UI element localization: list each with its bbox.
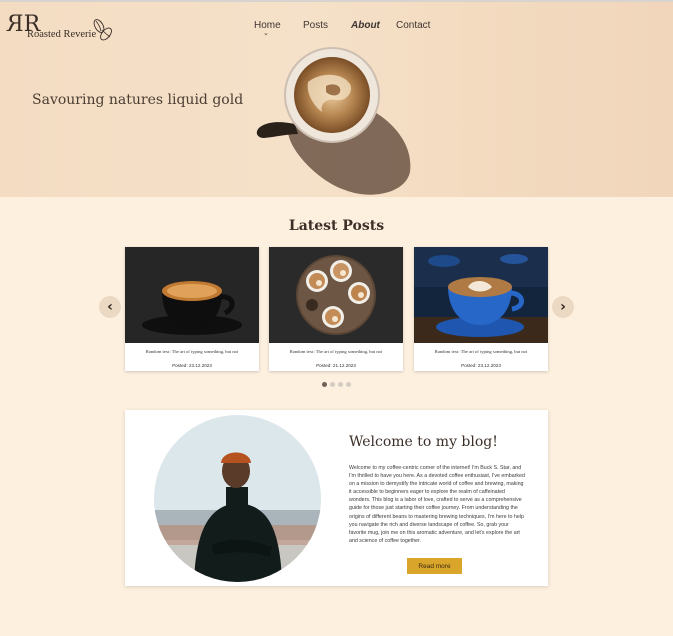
welcome-card: Welcome to my blog! Welcome to my coffee… [125,410,548,586]
carousel-dot[interactable] [346,382,351,387]
carousel-pagination [322,382,351,387]
post-date: Posted: 23.12.2023 [172,363,212,368]
nav-contact[interactable]: Contact [396,20,430,31]
post-image-espresso [125,247,259,343]
welcome-title: Welcome to my blog! [349,434,498,450]
chevron-down-icon: ⌄ [263,30,269,37]
nav-posts[interactable]: Posts [303,20,328,31]
chevron-left-icon: ‹ [107,299,113,315]
latest-posts-title: Latest Posts [288,218,385,234]
chevron-right-icon: › [560,299,566,315]
main-nav: Home ⌄ Posts About Contact [0,20,673,40]
welcome-body: Welcome to my coffee-centric corner of t… [349,465,525,544]
post-image-latte-tray [269,247,403,343]
hero-tagline: Savouring natures liquid gold [32,92,244,108]
carousel-dot[interactable] [322,382,327,387]
post-date: Posted: 21.12.2023 [316,363,356,368]
post-caption: Random text: The art of typing something… [289,349,383,354]
post-date: Posted: 23.12.2023 [461,363,501,368]
hero-banner: RR Roasted Reverie Home ⌄ Posts About Co… [0,2,673,197]
post-card-1[interactable]: Random text: The art of typing something… [125,247,259,371]
post-caption: Random text: The art of typing something… [145,349,239,354]
carousel-prev-button[interactable]: ‹ [99,296,121,318]
post-card-3[interactable]: Random text: The art of typing something… [414,247,548,371]
post-caption: Random text: The art of typing something… [434,349,528,354]
carousel-dot[interactable] [338,382,343,387]
post-card-2[interactable]: Random text: The art of typing something… [269,247,403,371]
nav-about[interactable]: About [351,20,380,31]
read-more-button[interactable]: Read more [407,558,462,574]
post-image-blue-cup-latte [414,247,548,343]
carousel-dot[interactable] [330,382,335,387]
hero-coffee-cup-image [256,47,411,195]
carousel-next-button[interactable]: › [552,296,574,318]
author-portrait [154,415,321,582]
